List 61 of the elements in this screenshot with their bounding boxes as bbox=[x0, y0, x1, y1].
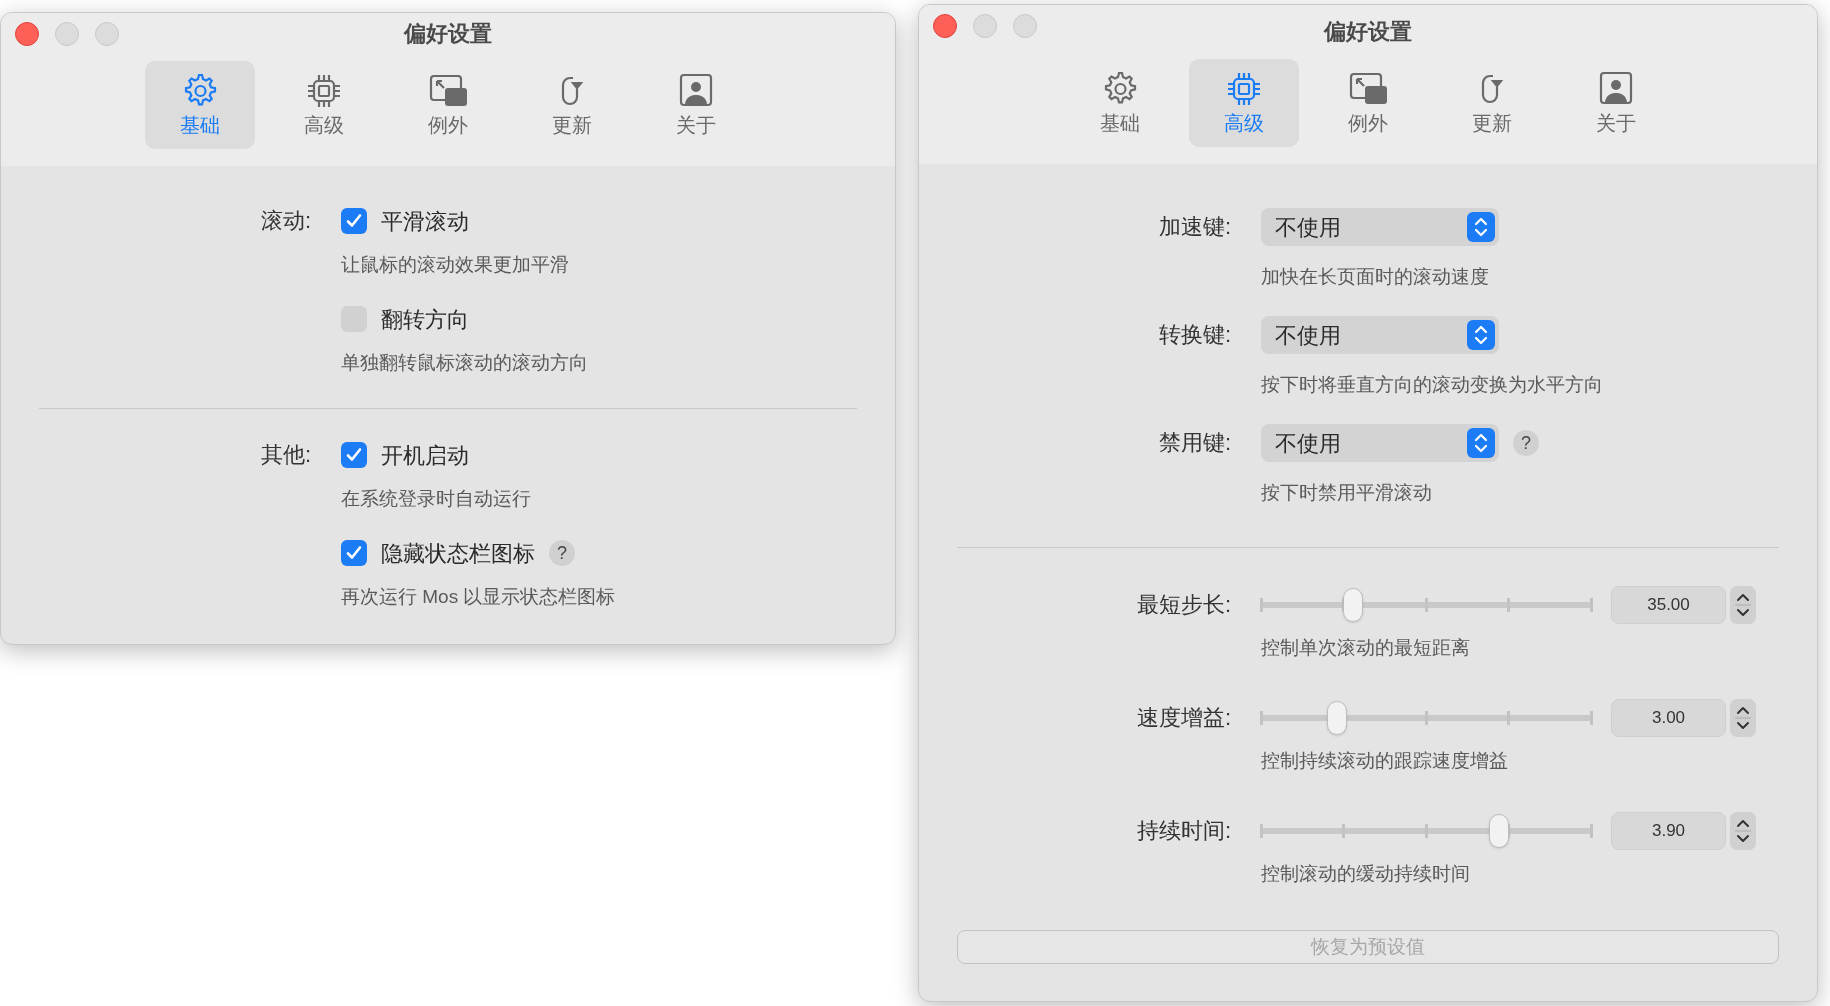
toolbar-tab[interactable]: 高级 bbox=[1189, 59, 1299, 147]
description-text: 控制滚动的缓动持续时间 bbox=[1261, 862, 1471, 886]
toolbar-tab[interactable]: 例外 bbox=[393, 61, 503, 149]
dropdown[interactable]: 不使用 bbox=[1261, 316, 1499, 354]
toolbar-tab[interactable]: 例外 bbox=[1313, 59, 1423, 147]
description-text: 让鼠标的滚动效果更加平滑 bbox=[341, 253, 570, 277]
toolbar-tab[interactable]: 关于 bbox=[641, 61, 751, 149]
window-title: 偏好设置 bbox=[404, 20, 492, 48]
field-label: 加速键: bbox=[1157, 213, 1231, 241]
toolbar-tab[interactable]: 基础 bbox=[1065, 59, 1175, 147]
field-label: 最短步长: bbox=[1135, 591, 1231, 619]
slider-thumb[interactable] bbox=[1326, 701, 1347, 735]
field-label: 速度增益: bbox=[1135, 704, 1231, 732]
slider-thumb[interactable] bbox=[1488, 814, 1509, 848]
chevron-icon bbox=[1473, 216, 1489, 238]
description-text: 再次运行 Mos 以显示状态栏图标 bbox=[341, 585, 617, 609]
slider-thumb[interactable] bbox=[1343, 588, 1364, 622]
checkbox-label: 隐藏状态栏图标 bbox=[381, 539, 535, 568]
stepper[interactable] bbox=[1730, 812, 1756, 850]
toolbar-tab[interactable]: 高级 bbox=[269, 61, 379, 149]
checkbox[interactable] bbox=[341, 442, 367, 468]
checkbox-label: 翻转方向 bbox=[381, 305, 469, 334]
field-label: 禁用键: bbox=[1157, 429, 1231, 457]
value-field[interactable]: 3.00 bbox=[1611, 699, 1726, 737]
close-button[interactable] bbox=[15, 22, 39, 46]
field-label: 持续时间: bbox=[1135, 817, 1231, 845]
checkbox[interactable] bbox=[341, 208, 367, 234]
toolbar-tab[interactable]: 基础 bbox=[145, 61, 255, 149]
toolbar-tab[interactable]: 更新 bbox=[517, 61, 627, 149]
description-text: 按下时禁用平滑滚动 bbox=[1261, 481, 1433, 505]
chevron-icon bbox=[1473, 432, 1489, 454]
checkbox-label: 开机启动 bbox=[381, 441, 469, 470]
checkmark-icon bbox=[345, 212, 363, 230]
value-field[interactable]: 3.90 bbox=[1611, 812, 1726, 850]
field-label: 转换键: bbox=[1157, 321, 1231, 349]
window-title: 偏好设置 bbox=[1324, 18, 1412, 46]
checkmark-icon bbox=[345, 544, 363, 562]
chip-icon bbox=[1225, 70, 1263, 108]
dropdown[interactable]: 不使用 bbox=[1261, 424, 1499, 462]
section-label: 滚动: bbox=[259, 207, 311, 235]
description-text: 在系统登录时自动运行 bbox=[341, 487, 532, 511]
chip-icon bbox=[305, 72, 343, 110]
chevron-icon bbox=[1473, 324, 1489, 346]
stepper[interactable] bbox=[1730, 699, 1756, 737]
toolbar-tab[interactable]: 更新 bbox=[1437, 59, 1547, 147]
description-text: 加快在长页面时的滚动速度 bbox=[1261, 265, 1490, 289]
description-text: 按下时将垂直方向的滚动变换为水平方向 bbox=[1261, 373, 1604, 397]
help-button[interactable]: ? bbox=[549, 540, 575, 566]
value-field[interactable]: 35.00 bbox=[1611, 586, 1726, 624]
description-text: 控制单次滚动的最短距离 bbox=[1261, 636, 1471, 660]
help-button[interactable]: ? bbox=[1513, 430, 1539, 456]
section-label: 其他: bbox=[259, 441, 311, 469]
description-text: 单独翻转鼠标滚动的滚动方向 bbox=[341, 351, 589, 375]
checkbox[interactable] bbox=[341, 540, 367, 566]
description-text: 控制持续滚动的跟踪速度增益 bbox=[1261, 749, 1509, 773]
stepper[interactable] bbox=[1730, 586, 1756, 624]
checkmark-icon bbox=[345, 446, 363, 464]
close-button[interactable] bbox=[933, 14, 957, 38]
checkbox-label: 平滑滚动 bbox=[381, 207, 469, 236]
dropdown[interactable]: 不使用 bbox=[1261, 208, 1499, 246]
toolbar-tab[interactable]: 关于 bbox=[1561, 59, 1671, 147]
